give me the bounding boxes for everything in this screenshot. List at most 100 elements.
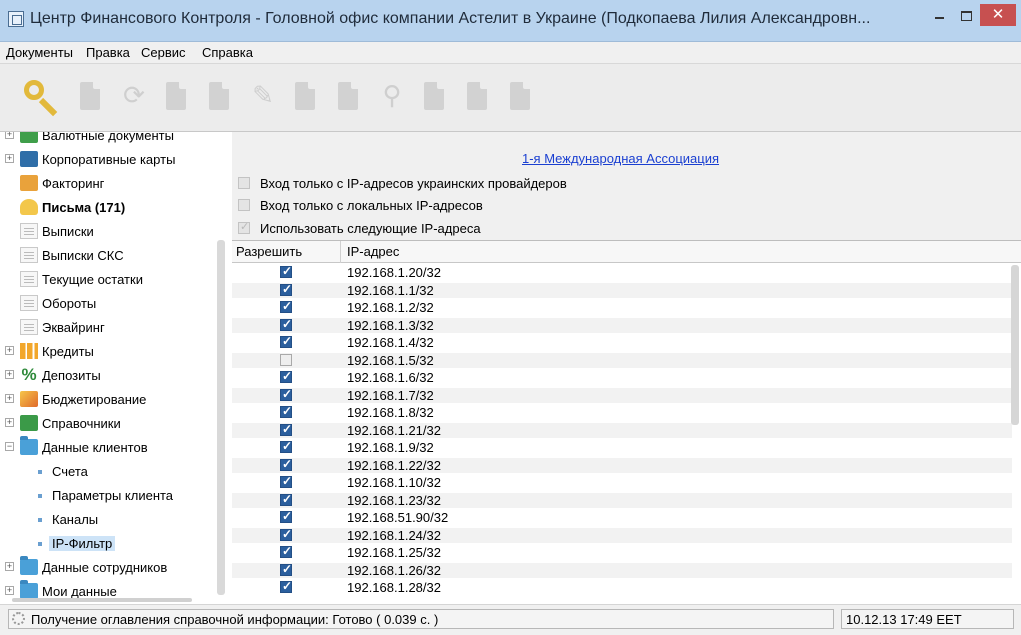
budget-icon (20, 391, 38, 407)
tree-item-employee-data[interactable]: + Данные сотрудников (0, 556, 218, 580)
refresh-icon[interactable]: ⟳ (117, 78, 151, 118)
tree-item-references[interactable]: + Справочники (0, 412, 218, 436)
allow-checkbox[interactable] (280, 562, 292, 576)
option-checkbox[interactable] (238, 220, 250, 234)
table-row[interactable]: 192.168.1.6/32 (232, 369, 1012, 385)
table-vertical-scrollbar[interactable] (1011, 265, 1019, 425)
table-row[interactable]: 192.168.1.21/32 (232, 422, 1012, 438)
tree-label: Факторинг (42, 176, 105, 191)
expand-icon[interactable]: + (5, 394, 14, 403)
delete-icon[interactable] (160, 78, 194, 118)
table-row[interactable]: 192.168.1.22/32 (232, 457, 1012, 473)
folder-icon (20, 436, 38, 455)
minimize-button[interactable] (926, 4, 952, 26)
expand-icon[interactable]: + (5, 562, 14, 571)
menu-edit[interactable]: Правка (86, 45, 130, 60)
organization-link[interactable]: 1-я Международная Ассоциация (522, 151, 719, 166)
tree-item-letters[interactable]: Письма (171) (0, 196, 218, 220)
expand-icon[interactable]: + (5, 418, 14, 427)
allow-checkbox[interactable] (280, 509, 292, 523)
tree-item-client-parameters[interactable]: Параметры клиента (0, 484, 218, 508)
copy-icon[interactable] (289, 78, 323, 118)
tree-item-factoring[interactable]: Факторинг (0, 172, 218, 196)
allow-checkbox[interactable] (280, 353, 292, 366)
expand-icon[interactable]: + (5, 370, 14, 379)
document-icon[interactable] (203, 78, 237, 118)
tree-item-accounts[interactable]: Счета (0, 460, 218, 484)
maximize-button[interactable] (953, 4, 979, 26)
export-icon[interactable] (461, 78, 495, 118)
table-row[interactable]: 192.168.1.2/32 (232, 299, 1012, 315)
tree-item-turnovers[interactable]: Обороты (0, 292, 218, 316)
allow-checkbox[interactable] (280, 544, 292, 558)
allow-checkbox[interactable] (280, 527, 292, 541)
table-row[interactable]: 192.168.1.3/32 (232, 317, 1012, 333)
collapse-icon[interactable]: − (5, 442, 14, 451)
table-row[interactable]: 192.168.1.20/32 (232, 264, 1012, 280)
print-icon[interactable] (332, 78, 366, 118)
close-button[interactable]: ✕ (980, 4, 1016, 26)
sidebar-horizontal-scrollbar[interactable] (12, 598, 192, 602)
allow-checkbox[interactable] (280, 334, 292, 348)
menu-service[interactable]: Сервис (141, 45, 186, 60)
allow-checkbox[interactable] (280, 474, 292, 488)
table-row[interactable]: 192.168.1.23/32 (232, 492, 1012, 508)
allow-checkbox[interactable] (280, 404, 292, 418)
table-row[interactable]: 192.168.1.8/32 (232, 404, 1012, 420)
option-checkbox[interactable] (238, 199, 250, 211)
table-row[interactable]: 192.168.1.7/32 (232, 387, 1012, 403)
allow-checkbox[interactable] (280, 369, 292, 383)
table-row[interactable]: 192.168.1.5/32 (232, 352, 1012, 368)
sidebar-vertical-scrollbar[interactable] (217, 240, 225, 595)
allow-checkbox[interactable] (280, 492, 292, 506)
option-checkbox[interactable] (238, 177, 250, 189)
expand-icon[interactable]: + (5, 346, 14, 355)
tree-item-deposits[interactable]: + % Депозиты (0, 364, 218, 388)
expand-icon[interactable]: + (5, 154, 14, 163)
table-row[interactable]: 192.168.1.26/32 (232, 562, 1012, 578)
title-bar: Центр Финансового Контроля - Головной оф… (0, 0, 1021, 42)
expand-icon[interactable]: + (5, 132, 14, 139)
tree-item-sks-statements[interactable]: Выписки СКС (0, 244, 218, 268)
menu-help[interactable]: Справка (202, 45, 253, 60)
table-row[interactable]: 192.168.1.1/32 (232, 282, 1012, 298)
tree-item-budgeting[interactable]: + Бюджетирование (0, 388, 218, 412)
column-header-allow[interactable]: Разрешить (236, 244, 302, 259)
archive-icon[interactable] (504, 78, 538, 118)
tree-item-corporate-cards[interactable]: + Корпоративные карты (0, 148, 218, 172)
allow-checkbox[interactable] (280, 299, 292, 313)
menu-documents[interactable]: Документы (6, 45, 73, 60)
tree-item-client-data[interactable]: − Данные клиентов (0, 436, 218, 460)
table-row[interactable]: 192.168.1.28/32 (232, 579, 1012, 595)
edit-icon[interactable]: ✎ (246, 78, 280, 118)
allow-checkbox[interactable] (280, 264, 292, 278)
ip-address-cell: 192.168.1.9/32 (347, 440, 434, 455)
table-row[interactable]: 192.168.51.90/32 (232, 509, 1012, 525)
new-document-icon[interactable] (74, 78, 108, 118)
search-icon[interactable]: ⚲ (375, 78, 409, 118)
allow-checkbox[interactable] (280, 387, 292, 401)
allow-checkbox[interactable] (280, 317, 292, 331)
allow-checkbox[interactable] (280, 457, 292, 471)
import-icon[interactable] (418, 78, 452, 118)
tree-label: Кредиты (42, 344, 94, 359)
tree-item-acquiring[interactable]: Эквайринг (0, 316, 218, 340)
table-row[interactable]: 192.168.1.10/32 (232, 474, 1012, 490)
tree-item-statements[interactable]: Выписки (0, 220, 218, 244)
expand-icon[interactable]: + (5, 586, 14, 595)
allow-checkbox[interactable] (280, 439, 292, 453)
tree-item-credits[interactable]: + Кредиты (0, 340, 218, 364)
tree-item-channels[interactable]: Каналы (0, 508, 218, 532)
tree-item-ip-filter[interactable]: IP-Фильтр (0, 532, 218, 556)
column-header-ip[interactable]: IP-адрес (347, 244, 399, 259)
allow-checkbox[interactable] (280, 579, 292, 593)
key-icon[interactable] (22, 78, 56, 118)
table-row[interactable]: 192.168.1.9/32 (232, 439, 1012, 455)
tree-item-currency-documents[interactable]: + Валютные документы (0, 132, 218, 148)
table-row[interactable]: 192.168.1.25/32 (232, 544, 1012, 560)
table-row[interactable]: 192.168.1.4/32 (232, 334, 1012, 350)
tree-item-current-balances[interactable]: Текущие остатки (0, 268, 218, 292)
allow-checkbox[interactable] (280, 282, 292, 296)
allow-checkbox[interactable] (280, 422, 292, 436)
table-row[interactable]: 192.168.1.24/32 (232, 527, 1012, 543)
